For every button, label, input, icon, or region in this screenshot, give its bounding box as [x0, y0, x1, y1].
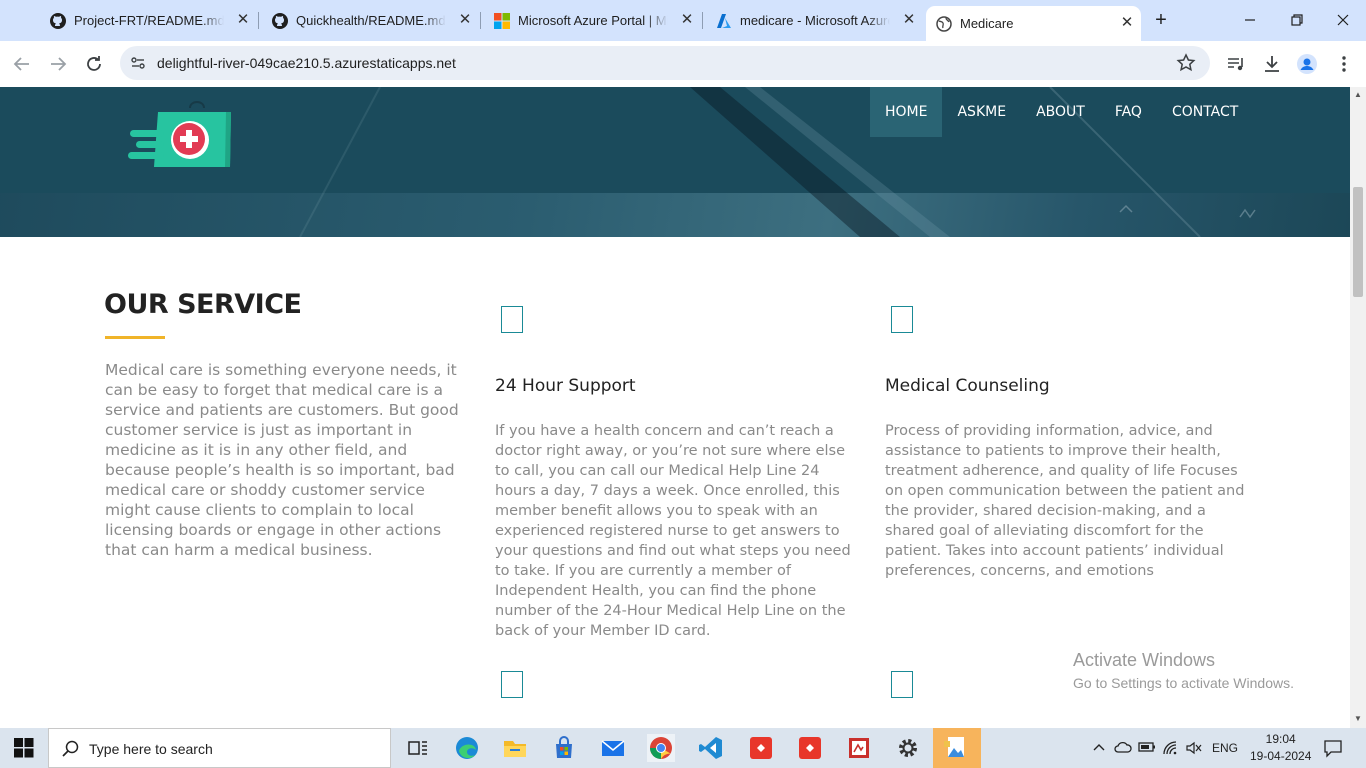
volume-muted-icon[interactable]: [1186, 740, 1202, 756]
new-tab-button[interactable]: +: [1150, 10, 1172, 32]
microsoft-store-icon[interactable]: [550, 734, 578, 762]
tab-quickhealth[interactable]: Quickhealth/README.md at ✕: [262, 8, 481, 33]
language-indicator[interactable]: ENG: [1212, 741, 1238, 755]
tray-chevron-up-icon[interactable]: [1092, 740, 1106, 754]
tab-title: Microsoft Azure Portal | Mic: [518, 13, 668, 28]
tab-title: medicare - Microsoft Azure: [740, 13, 890, 28]
windows-taskbar: Type here to search ENG 19:04 19-04-2024: [0, 728, 1366, 768]
tab-close-icon[interactable]: ✕: [1119, 15, 1135, 31]
taskbar-clock[interactable]: 19:04 19-04-2024: [1250, 731, 1311, 765]
service-icon: [891, 671, 913, 698]
minimize-icon[interactable]: [1238, 8, 1262, 32]
wifi-icon[interactable]: [1162, 740, 1178, 756]
profile-avatar-icon[interactable]: [1296, 53, 1318, 75]
tab-title: Quickhealth/README.md at: [296, 13, 446, 28]
vscode-icon[interactable]: [697, 734, 725, 762]
nav-askme[interactable]: ASKME: [942, 87, 1021, 137]
tab-medicare[interactable]: Medicare ✕: [926, 6, 1141, 41]
back-icon[interactable]: [10, 52, 34, 76]
git-app-2-icon[interactable]: [796, 734, 824, 762]
menu-kebab-icon[interactable]: [1333, 53, 1355, 75]
tab-title: Project-FRT/README.md at: [74, 13, 224, 28]
github-icon: [50, 12, 66, 29]
service-description: Medical care is something everyone needs…: [105, 361, 459, 559]
heading-underline: [105, 336, 165, 339]
scrollbar-thumb[interactable]: [1353, 187, 1363, 297]
azure-icon: [716, 13, 732, 29]
reload-icon[interactable]: [82, 52, 106, 76]
photos-app-icon[interactable]: [933, 728, 981, 768]
tab-close-icon[interactable]: ✕: [457, 12, 473, 28]
tab-close-icon[interactable]: ✕: [235, 12, 251, 28]
tab-close-icon[interactable]: ✕: [901, 12, 917, 28]
chrome-icon[interactable]: [647, 734, 675, 762]
windows-start-icon[interactable]: [14, 738, 34, 758]
clock-date: 19-04-2024: [1250, 749, 1312, 763]
bookmark-star-icon[interactable]: [1176, 53, 1196, 73]
watermark-title: Activate Windows: [1073, 650, 1216, 670]
search-icon: [62, 740, 80, 758]
nav-home[interactable]: HOME: [870, 87, 943, 137]
media-control-icon[interactable]: [1225, 53, 1247, 75]
service-icon: [891, 306, 913, 333]
nav-faq[interactable]: FAQ: [1100, 87, 1157, 137]
mail-icon[interactable]: [599, 734, 627, 762]
card-text: Process of providing information, advice…: [885, 423, 1245, 579]
notification-center-icon[interactable]: [1323, 738, 1343, 758]
github-icon: [272, 12, 288, 29]
service-heading: OUR SERVICE: [104, 289, 302, 320]
service-icon: [501, 671, 523, 698]
task-view-icon[interactable]: [404, 734, 432, 762]
battery-icon[interactable]: [1138, 740, 1156, 754]
clock-time: 19:04: [1265, 732, 1296, 746]
edge-icon[interactable]: [453, 734, 481, 762]
card-title: 24 Hour Support: [495, 376, 636, 396]
tab-azure-portal[interactable]: Microsoft Azure Portal | Mic ✕: [484, 8, 703, 33]
medicare-logo[interactable]: [128, 96, 233, 171]
search-placeholder: Type here to search: [89, 741, 213, 757]
tab-medicare-azure[interactable]: medicare - Microsoft Azure ✕: [706, 8, 923, 33]
document-app-icon[interactable]: [845, 734, 873, 762]
scroll-up-arrow-icon[interactable]: ▲: [1354, 90, 1362, 99]
tab-project-frt[interactable]: Project-FRT/README.md at ✕: [40, 8, 257, 33]
download-icon[interactable]: [1261, 53, 1283, 75]
web-page: HOME ASKME ABOUT FAQ CONTACT OUR SERVICE…: [0, 87, 1350, 728]
close-window-icon[interactable]: [1331, 8, 1355, 32]
address-bar[interactable]: delightful-river-049cae210.5.azurestatic…: [120, 46, 1210, 80]
taskbar-search-box[interactable]: Type here to search: [48, 728, 391, 768]
tab-close-icon[interactable]: ✕: [679, 12, 695, 28]
nav-about[interactable]: ABOUT: [1021, 87, 1100, 137]
url-text[interactable]: delightful-river-049cae210.5.azurestatic…: [157, 55, 456, 71]
git-app-icon[interactable]: [747, 734, 775, 762]
card-title: Medical Counseling: [885, 376, 1050, 396]
browser-toolbar: delightful-river-049cae210.5.azurestatic…: [0, 41, 1366, 87]
hero-banner: HOME ASKME ABOUT FAQ CONTACT: [0, 87, 1350, 237]
page-scrollbar[interactable]: ▲ ▼: [1350, 87, 1366, 728]
service-icon: [501, 306, 523, 333]
nav-contact[interactable]: CONTACT: [1157, 87, 1253, 137]
activate-windows-watermark: Activate Windows Go to Settings to activ…: [1073, 650, 1294, 691]
globe-icon: [936, 15, 952, 32]
tab-title: Medicare: [960, 16, 1014, 31]
scroll-down-arrow-icon[interactable]: ▼: [1354, 714, 1362, 723]
main-nav: HOME ASKME ABOUT FAQ CONTACT: [870, 87, 1253, 137]
watermark-subtitle: Go to Settings to activate Windows.: [1073, 675, 1294, 691]
file-explorer-icon[interactable]: [501, 734, 529, 762]
site-info-icon[interactable]: [130, 55, 146, 71]
onedrive-cloud-icon[interactable]: [1114, 740, 1132, 754]
settings-gear-icon[interactable]: [894, 734, 922, 762]
card-text: If you have a health concern and can’t r…: [495, 423, 851, 639]
tab-strip: Project-FRT/README.md at ✕ Quickhealth/R…: [0, 0, 1366, 41]
microsoft-icon: [494, 12, 510, 29]
forward-icon[interactable]: [46, 52, 70, 76]
restore-icon[interactable]: [1285, 8, 1309, 32]
